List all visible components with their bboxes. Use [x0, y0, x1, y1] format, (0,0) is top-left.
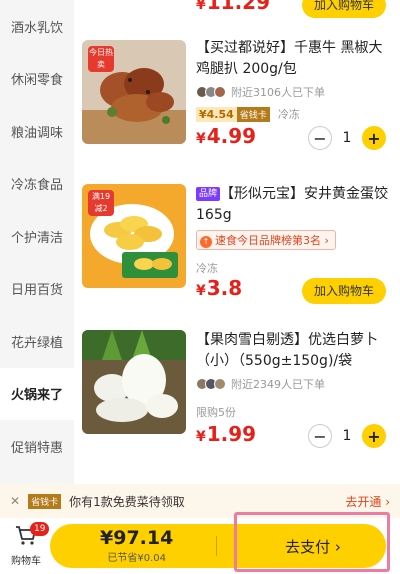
saved-amount: 已节省¥0.04 — [107, 553, 166, 564]
avatar — [214, 86, 226, 98]
savings-card-tag: 省钱卡 — [236, 106, 270, 122]
quantity-value: 1 — [342, 428, 352, 444]
savings-card-promo: ✕ 省钱卡 你有1款免费菜待领取 去开通 › — [0, 484, 400, 518]
checkout-pill: ¥97.14 已节省¥0.04 去支付 › — [50, 524, 386, 568]
cart-button[interactable]: 19 购物车 — [6, 522, 50, 567]
order-total: ¥97.14 已节省¥0.04 — [100, 527, 173, 564]
close-icon[interactable]: ✕ — [10, 494, 20, 508]
brand-tag: 品牌 — [196, 187, 221, 201]
decrease-button[interactable]: − — [308, 424, 332, 448]
sidebar-item-label: 促销特惠 — [10, 440, 63, 456]
sidebar-item-label: 花卉绿植 — [10, 335, 63, 351]
product-title: 【果肉雪白剔透】优选白萝卜（小）（550g±150g)/袋 — [196, 332, 378, 369]
ranking-badge[interactable]: ↑ 速食今日品牌榜第3名 › — [196, 230, 336, 250]
product-price: ¥11.29 — [196, 0, 271, 14]
sidebar-item-label: 粮油调味 — [10, 125, 63, 141]
chevron-right-icon: › — [324, 234, 329, 247]
product-card[interactable]: 【果肉雪白剔透】优选白萝卜（小）（550g±150g)/袋 附近2349人已下单… — [74, 326, 400, 476]
white-radish-image — [82, 330, 186, 434]
member-price: ¥4.54 — [196, 106, 237, 122]
purchase-limit: 限购5份 — [196, 406, 236, 419]
decrease-button[interactable]: − — [308, 126, 332, 150]
sidebar-item-plants[interactable]: 花卉绿植 — [0, 315, 74, 368]
sidebar-item-frozen[interactable]: 冷冻食品 — [0, 158, 74, 211]
product-title: 【买过都说好】千惠牛 黑椒大鸡腿扒 200g/包 — [196, 40, 383, 77]
sidebar-item-label: 火锅来了 — [10, 388, 63, 404]
add-to-cart-button[interactable]: 加入购物车 — [302, 0, 386, 18]
product-price: ¥1.99 — [196, 422, 257, 446]
divider — [216, 536, 217, 556]
sidebar-item-drinks[interactable]: 酒水乳饮 — [0, 0, 74, 53]
sidebar-item-daily-goods[interactable]: 日用百货 — [0, 263, 74, 316]
product-image[interactable]: 满19减2 — [82, 184, 186, 288]
buyer-avatars: 附近3106人已下单 — [196, 84, 392, 100]
sidebar-item-promotions[interactable]: 促销特惠 — [0, 420, 74, 473]
product-card[interactable]: ¥11.29 加入购物车 — [74, 0, 400, 24]
sidebar-item-label: 日用百货 — [10, 283, 63, 299]
product-card[interactable]: 满19减2 品牌 【形似元宝】安井黄金蛋饺 165g ↑ 速食今日品牌榜第3名 › … — [74, 180, 400, 318]
sidebar-item-label: 冷冻食品 — [10, 178, 63, 194]
increase-button[interactable]: + — [362, 424, 386, 448]
sidebar-item-grains[interactable]: 粮油调味 — [0, 105, 74, 158]
buyer-avatars: 附近2349人已下单 — [196, 376, 392, 392]
quantity-stepper: − 1 + — [308, 424, 386, 448]
storage-type: 冷冻 — [277, 108, 300, 121]
add-to-cart-button[interactable]: 加入购物车 — [302, 278, 386, 304]
category-sidebar: 酒水乳饮 休闲零食 粮油调味 冷冻食品 个护清洁 日用百货 花卉绿植 火锅来了 … — [0, 0, 74, 484]
product-image[interactable] — [82, 330, 186, 434]
product-list: ¥11.29 加入购物车 今日热卖 【买过都说好】千惠牛 黑椒大鸡腿扒 200g… — [74, 0, 400, 484]
checkout-bar: 19 购物车 ¥97.14 已节省¥0.04 去支付 › — [0, 518, 400, 574]
quantity-stepper: − 1 + — [308, 126, 386, 150]
total-price: ¥97.14 — [100, 527, 174, 549]
sidebar-item-snacks[interactable]: 休闲零食 — [0, 53, 74, 106]
sidebar-item-label: 酒水乳饮 — [10, 20, 63, 36]
increase-button[interactable]: + — [362, 126, 386, 150]
avatar — [214, 378, 226, 390]
product-price: ¥4.99 — [196, 124, 257, 148]
cart-count-badge: 19 — [30, 522, 50, 536]
sidebar-item-hotpot[interactable]: 火锅来了 — [0, 367, 74, 420]
storage-type: 冷冻 — [196, 262, 218, 275]
product-price: ¥3.8 — [196, 276, 243, 300]
pay-button[interactable]: 去支付 › — [240, 524, 386, 568]
cart-label: 购物车 — [11, 556, 41, 567]
quantity-value: 1 — [342, 130, 352, 146]
product-card[interactable]: 今日热卖 【买过都说好】千惠牛 黑椒大鸡腿扒 200g/包 附近3106人已下单… — [74, 36, 400, 174]
activate-link[interactable]: 去开通 › — [345, 493, 390, 510]
rank-icon: ↑ — [200, 236, 212, 248]
discount-badge: 满19减2 — [88, 190, 114, 216]
product-image[interactable]: 今日热卖 — [82, 40, 186, 144]
sidebar-item-label: 个护清洁 — [10, 230, 63, 246]
order-count: 附近3106人已下单 — [231, 86, 325, 99]
savings-card-tag: 省钱卡 — [28, 493, 62, 509]
promo-text: 你有1款免费菜待领取 — [69, 494, 185, 509]
order-count: 附近2349人已下单 — [231, 378, 325, 391]
product-title: 品牌 【形似元宝】安井黄金蛋饺 165g — [196, 186, 389, 223]
sidebar-item-personal-care[interactable]: 个护清洁 — [0, 210, 74, 263]
hot-sale-badge: 今日热卖 — [88, 46, 114, 72]
sidebar-item-label: 休闲零食 — [10, 73, 63, 89]
